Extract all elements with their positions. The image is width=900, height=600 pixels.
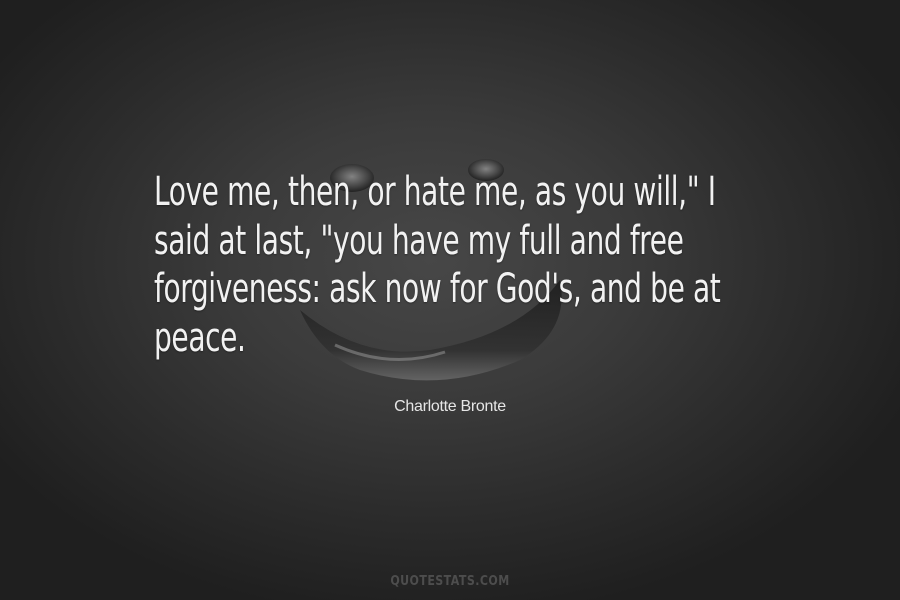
quote-line: peace. [154,314,246,361]
quote-text: Love me, then, or hate me, as you will,"… [154,168,721,362]
quote-card: Love me, then, or hate me, as you will,"… [0,0,900,600]
quote-line: said at last, "you have my full and free [154,217,684,264]
quote-line: Love me, then, or hate me, as you will,"… [154,169,716,215]
quote-line: forgiveness: ask now for God's, and be a… [154,266,721,312]
quote-author: Charlotte Bronte [394,398,506,415]
site-watermark: QUOTESTATS.COM [390,574,510,589]
